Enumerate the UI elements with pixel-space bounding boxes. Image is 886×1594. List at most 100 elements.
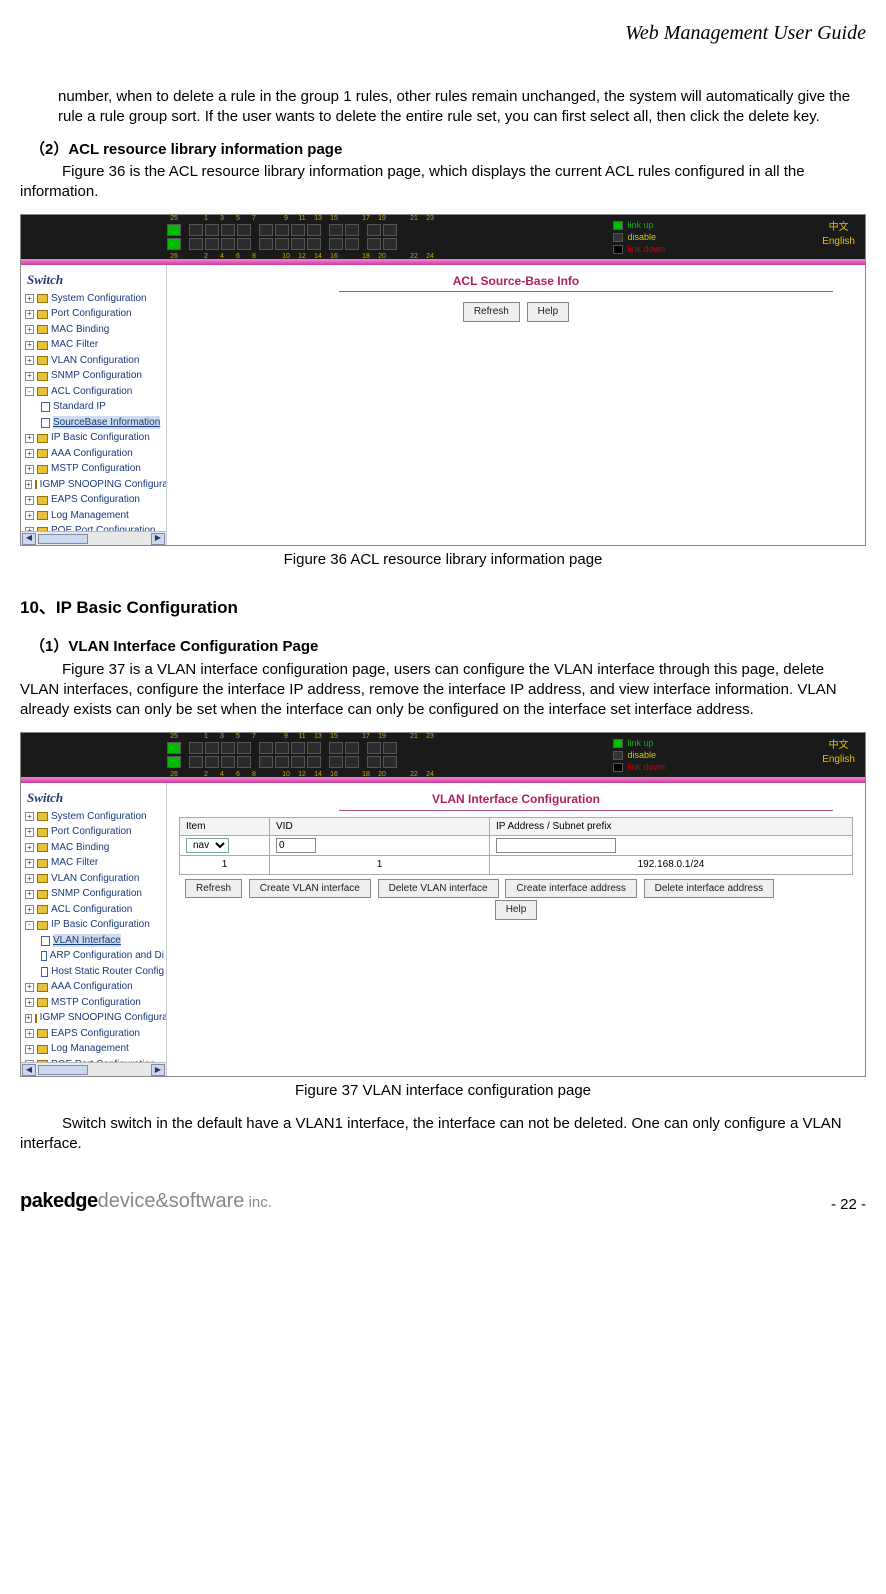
expand-icon[interactable]: + [25, 372, 34, 381]
expand-icon[interactable]: + [25, 874, 34, 883]
language-switch[interactable]: 中文 English [822, 221, 855, 248]
refresh-button[interactable]: Refresh [463, 302, 520, 322]
expand-icon[interactable]: + [25, 310, 34, 319]
expand-icon[interactable]: + [25, 1029, 34, 1038]
scroll-left-icon[interactable]: ◀ [22, 1064, 36, 1076]
delete-interface-address-button[interactable]: Delete interface address [644, 879, 774, 899]
sidebar-item-label: ACL Configuration [51, 385, 132, 399]
expand-icon[interactable]: + [25, 1045, 34, 1054]
expand-icon[interactable]: + [25, 859, 34, 868]
port-icon [221, 224, 235, 236]
sidebar-item[interactable]: Standard IP [23, 399, 164, 415]
sidebar-item[interactable]: +IP Basic Configuration [23, 430, 164, 446]
sidebar-item[interactable]: +MAC Binding [23, 322, 164, 338]
sidebar-item[interactable]: +MAC Filter [23, 855, 164, 871]
table-row: 1 1 192.168.0.1/24 [180, 856, 853, 875]
item-select[interactable]: nav [186, 838, 229, 853]
sidebar-item[interactable]: +EAPS Configuration [23, 492, 164, 508]
section-10-heading: 10、IP Basic Configuration [20, 597, 866, 620]
page-footer: pakedgedevice&software inc. - 22 - [20, 1188, 866, 1215]
lang-english-link[interactable]: English [822, 753, 855, 767]
sidebar-item[interactable]: +IGMP SNOOPING Configura [23, 1010, 164, 1026]
expand-icon[interactable]: + [25, 828, 34, 837]
sidebar-item[interactable]: +ACL Configuration [23, 902, 164, 918]
sidebar-item[interactable]: +IGMP SNOOPING Configura [23, 477, 164, 493]
sidebar-item[interactable]: +Log Management [23, 508, 164, 524]
folder-icon [37, 983, 48, 992]
expand-icon[interactable]: + [25, 496, 34, 505]
expand-icon[interactable]: + [25, 434, 34, 443]
expand-icon[interactable]: + [25, 325, 34, 334]
expand-icon[interactable]: + [25, 890, 34, 899]
scroll-thumb[interactable] [38, 1065, 88, 1075]
sidebar-item[interactable]: +System Configuration [23, 291, 164, 307]
sidebar-item[interactable]: +SNMP Configuration [23, 886, 164, 902]
create-vlan-interface-button[interactable]: Create VLAN interface [249, 879, 371, 899]
sidebar-item[interactable]: +Port Configuration [23, 306, 164, 322]
sidebar-item[interactable]: +SNMP Configuration [23, 368, 164, 384]
help-button[interactable]: Help [527, 302, 570, 322]
expand-icon[interactable]: + [25, 449, 34, 458]
lang-chinese-link[interactable]: 中文 [822, 739, 855, 753]
sidebar-item-label: VLAN Configuration [51, 354, 139, 368]
expand-icon[interactable]: + [25, 812, 34, 821]
sidebar-item[interactable]: VLAN Interface [23, 933, 164, 949]
ip-input[interactable] [496, 838, 616, 853]
expand-icon[interactable]: + [25, 983, 34, 992]
sidebar-item[interactable]: + VLAN Configuration [23, 353, 164, 369]
sidebar-item[interactable]: -IP Basic Configuration [23, 917, 164, 933]
language-switch[interactable]: 中文 English [822, 739, 855, 766]
sidebar-item[interactable]: +VLAN Configuration [23, 871, 164, 887]
sidebar-item[interactable]: ARP Configuration and Di [23, 948, 164, 964]
sidebar-item[interactable]: +Log Management [23, 1041, 164, 1057]
port-icon [345, 756, 359, 768]
expand-icon[interactable]: + [25, 341, 34, 350]
create-interface-address-button[interactable]: Create interface address [505, 879, 637, 899]
expand-icon[interactable]: + [25, 356, 34, 365]
delete-vlan-interface-button[interactable]: Delete VLAN interface [378, 879, 499, 899]
help-button[interactable]: Help [495, 900, 538, 920]
sidebar-item[interactable]: +MSTP Configuration [23, 461, 164, 477]
sidebar-item[interactable]: SourceBase Information [23, 415, 164, 431]
sidebar-item[interactable]: +EAPS Configuration [23, 1026, 164, 1042]
port-icon [237, 756, 251, 768]
expand-icon[interactable]: + [25, 905, 34, 914]
scroll-right-icon[interactable]: ▶ [151, 1064, 165, 1076]
expand-icon[interactable]: + [25, 511, 34, 520]
scroll-left-icon[interactable]: ◀ [22, 533, 36, 545]
expand-icon[interactable]: + [25, 843, 34, 852]
section-10-1-heading: （1）VLAN Interface Configuration Page [20, 637, 866, 657]
expand-icon[interactable]: + [25, 465, 34, 474]
expand-icon[interactable]: - [25, 921, 34, 930]
scroll-right-icon[interactable]: ▶ [151, 533, 165, 545]
sidebar-item-label: MSTP Configuration [51, 996, 141, 1010]
refresh-button[interactable]: Refresh [185, 879, 242, 899]
sidebar-item[interactable]: +MAC Filter [23, 337, 164, 353]
sidebar-item[interactable]: +AAA Configuration [23, 979, 164, 995]
expand-icon[interactable]: + [25, 294, 34, 303]
sidebar-item[interactable]: - ACL Configuration [23, 384, 164, 400]
lang-chinese-link[interactable]: 中文 [822, 221, 855, 235]
expand-icon[interactable]: + [25, 480, 32, 489]
sidebar-item[interactable]: +AAA Configuration [23, 446, 164, 462]
sidebar-item[interactable]: +MAC Binding [23, 840, 164, 856]
horizontal-scrollbar[interactable]: ◀ ▶ [21, 531, 166, 545]
vid-input[interactable] [276, 838, 316, 853]
horizontal-scrollbar[interactable]: ◀ ▶ [21, 1062, 166, 1076]
expand-icon[interactable]: - [25, 387, 34, 396]
port-icon [221, 238, 235, 250]
port-icon [237, 742, 251, 754]
sidebar-item[interactable]: +Port Configuration [23, 824, 164, 840]
expand-icon[interactable]: + [25, 1014, 32, 1023]
lang-english-link[interactable]: English [822, 235, 855, 249]
page-icon [41, 418, 50, 428]
sidebar-item[interactable]: + MSTP Configuration [23, 995, 164, 1011]
sidebar-item[interactable]: +System Configuration [23, 809, 164, 825]
expand-icon[interactable]: + [25, 998, 34, 1007]
folder-icon [37, 874, 48, 883]
scroll-thumb[interactable] [38, 534, 88, 544]
sidebar-item[interactable]: Host Static Router Config [23, 964, 164, 980]
folder-icon [37, 1029, 48, 1038]
port-icon [275, 238, 289, 250]
brand-main-text: pakedge [20, 1190, 98, 1212]
